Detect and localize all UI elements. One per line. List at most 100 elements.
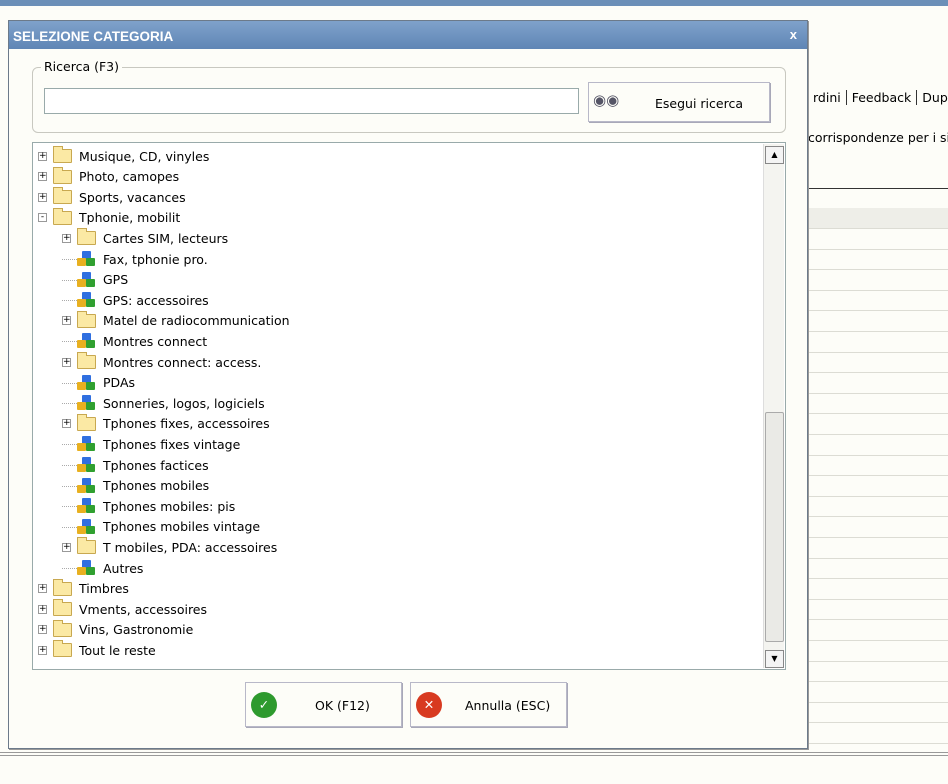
background-table-row-line [808, 351, 948, 353]
background-table-row-line [808, 454, 948, 456]
tree-item[interactable]: + Timbres [38, 578, 129, 599]
tree-item-label: Cartes SIM, lecteurs [103, 230, 229, 246]
expand-icon[interactable]: + [62, 419, 71, 429]
tree-connector [62, 485, 77, 487]
tree-connector [62, 279, 77, 281]
category-cubes-icon [77, 560, 96, 576]
cancel-button[interactable]: ✕ Annulla (ESC) [410, 682, 567, 727]
expand-icon[interactable]: + [62, 233, 71, 243]
tree-item-label: Photo, camopes [79, 169, 180, 185]
tree-item[interactable]: + Tphones fixes, accessoires [62, 413, 270, 434]
tree-item[interactable]: + Cartes SIM, lecteurs [62, 228, 228, 248]
background-text: corrispondenze per i siti [808, 130, 948, 145]
tree-item-label: Tphones mobiles: pis [103, 498, 236, 514]
tree-item-label: Tphones factices [103, 457, 209, 473]
background-table-row-line [808, 722, 948, 724]
tree-item[interactable]: + Tout le reste [38, 640, 156, 660]
background-table-row-line [808, 681, 948, 683]
category-cubes-icon [77, 498, 96, 514]
background-table-row-line [808, 495, 948, 497]
tree-item[interactable]: - Tphonie, mobilit [38, 207, 181, 228]
tree-item[interactable]: Tphones mobiles vintage [62, 517, 260, 537]
category-cubes-icon [77, 374, 96, 391]
background-table-row-line [808, 598, 948, 600]
category-cubes-icon [77, 395, 96, 411]
tree-item-label: Fax, tphonie pro. [103, 251, 208, 267]
tab-feedback[interactable]: Feedback [846, 90, 918, 105]
tree-item-label: Tphones mobiles [103, 478, 210, 494]
tree-item[interactable]: + T mobiles, PDA: accessoires [62, 537, 277, 557]
background-table-row-line [808, 228, 948, 229]
tree-item[interactable]: + Sports, vacances [38, 187, 186, 207]
expand-icon[interactable]: + [38, 645, 47, 655]
tree-item[interactable]: Fax, tphonie pro. [62, 249, 208, 269]
tree-item[interactable]: GPS [62, 270, 128, 290]
collapse-icon[interactable]: - [38, 213, 47, 223]
tree-item[interactable]: Montres connect [62, 331, 207, 351]
tab-dup[interactable]: Dup [917, 90, 948, 105]
tree-item[interactable]: GPS: accessoires [62, 290, 209, 310]
ok-label: OK (F12) [315, 698, 370, 713]
tree-item-label: Sports, vacances [79, 189, 186, 205]
tree-scrollbar[interactable]: ▲ ▼ [763, 144, 784, 668]
expand-icon[interactable]: + [38, 192, 47, 202]
tree-connector [62, 506, 77, 508]
tree-item-label: Tphonie, mobilit [79, 210, 181, 226]
tree-connector [62, 341, 77, 343]
tree-item[interactable]: Autres [62, 558, 143, 578]
tree-item[interactable]: + Photo, camopes [38, 166, 180, 187]
background-table-row-line [808, 310, 948, 312]
background-divider [0, 752, 948, 756]
background-tabs: rdini Feedback Dup [808, 90, 948, 105]
expand-icon[interactable]: + [62, 542, 71, 552]
expand-icon[interactable]: + [38, 172, 47, 182]
tree-item-label: Montres connect [103, 333, 208, 349]
tab-ordini[interactable]: rdini [808, 90, 847, 105]
tree-item[interactable]: + Vments, accessoires [38, 599, 207, 619]
tree-item-label: GPS [103, 272, 129, 288]
expand-icon[interactable]: + [38, 151, 47, 161]
folder-icon [53, 599, 72, 617]
background-table-row-line [808, 640, 948, 641]
background-table-row-line [808, 372, 948, 374]
tree-connector [62, 568, 77, 569]
tree-item[interactable]: PDAs [62, 373, 135, 393]
scroll-up-button[interactable]: ▲ [765, 146, 784, 164]
search-button[interactable]: ◉◉ Esegui ricerca [588, 82, 770, 122]
background-table-row-line [808, 392, 948, 394]
tree-item[interactable]: + Montres connect: access. [62, 352, 261, 372]
tree-item[interactable]: + Matel de radiocommunication [62, 310, 290, 331]
tree-connector [62, 259, 77, 260]
close-icon[interactable]: x [790, 27, 797, 42]
folder-icon [77, 413, 96, 431]
ok-button[interactable]: ✓ OK (F12) [245, 682, 402, 727]
cancel-x-icon: ✕ [416, 692, 442, 718]
expand-icon[interactable]: + [62, 316, 71, 326]
background-table-row-line [808, 248, 948, 250]
background-table-row-line [808, 331, 948, 332]
folder-icon [53, 207, 72, 225]
folder-icon [53, 640, 72, 658]
search-group: Ricerca (F3) ◉◉ Esegui ricerca [32, 59, 786, 133]
category-tree[interactable]: + Musique, CD, vinyles + Photo, camopes + Spo… [32, 142, 786, 670]
expand-icon[interactable]: + [62, 357, 71, 367]
folder-icon [53, 578, 72, 596]
search-input[interactable] [44, 88, 579, 114]
tree-item[interactable]: Tphones mobiles [62, 476, 209, 496]
tree-item-label: Sonneries, logos, logiciels [103, 395, 265, 411]
background-table-row-line [808, 701, 948, 703]
background-table-row-line [808, 516, 948, 518]
expand-icon[interactable]: + [38, 604, 47, 614]
scroll-down-button[interactable]: ▼ [765, 650, 784, 668]
tree-item[interactable]: Sonneries, logos, logiciels [62, 393, 265, 413]
tree-item[interactable]: Tphones mobiles: pis [62, 496, 235, 516]
expand-icon[interactable]: + [38, 625, 47, 635]
category-cubes-icon [77, 457, 96, 473]
tree-item[interactable]: + Vins, Gastronomie [38, 619, 193, 640]
tree-item[interactable]: Tphones fixes vintage [62, 434, 240, 454]
category-cubes-icon [77, 271, 96, 288]
scroll-thumb[interactable] [765, 412, 784, 642]
tree-item[interactable]: Tphones factices [62, 455, 209, 475]
tree-item[interactable]: + Musique, CD, vinyles [38, 146, 209, 166]
expand-icon[interactable]: + [38, 584, 47, 594]
